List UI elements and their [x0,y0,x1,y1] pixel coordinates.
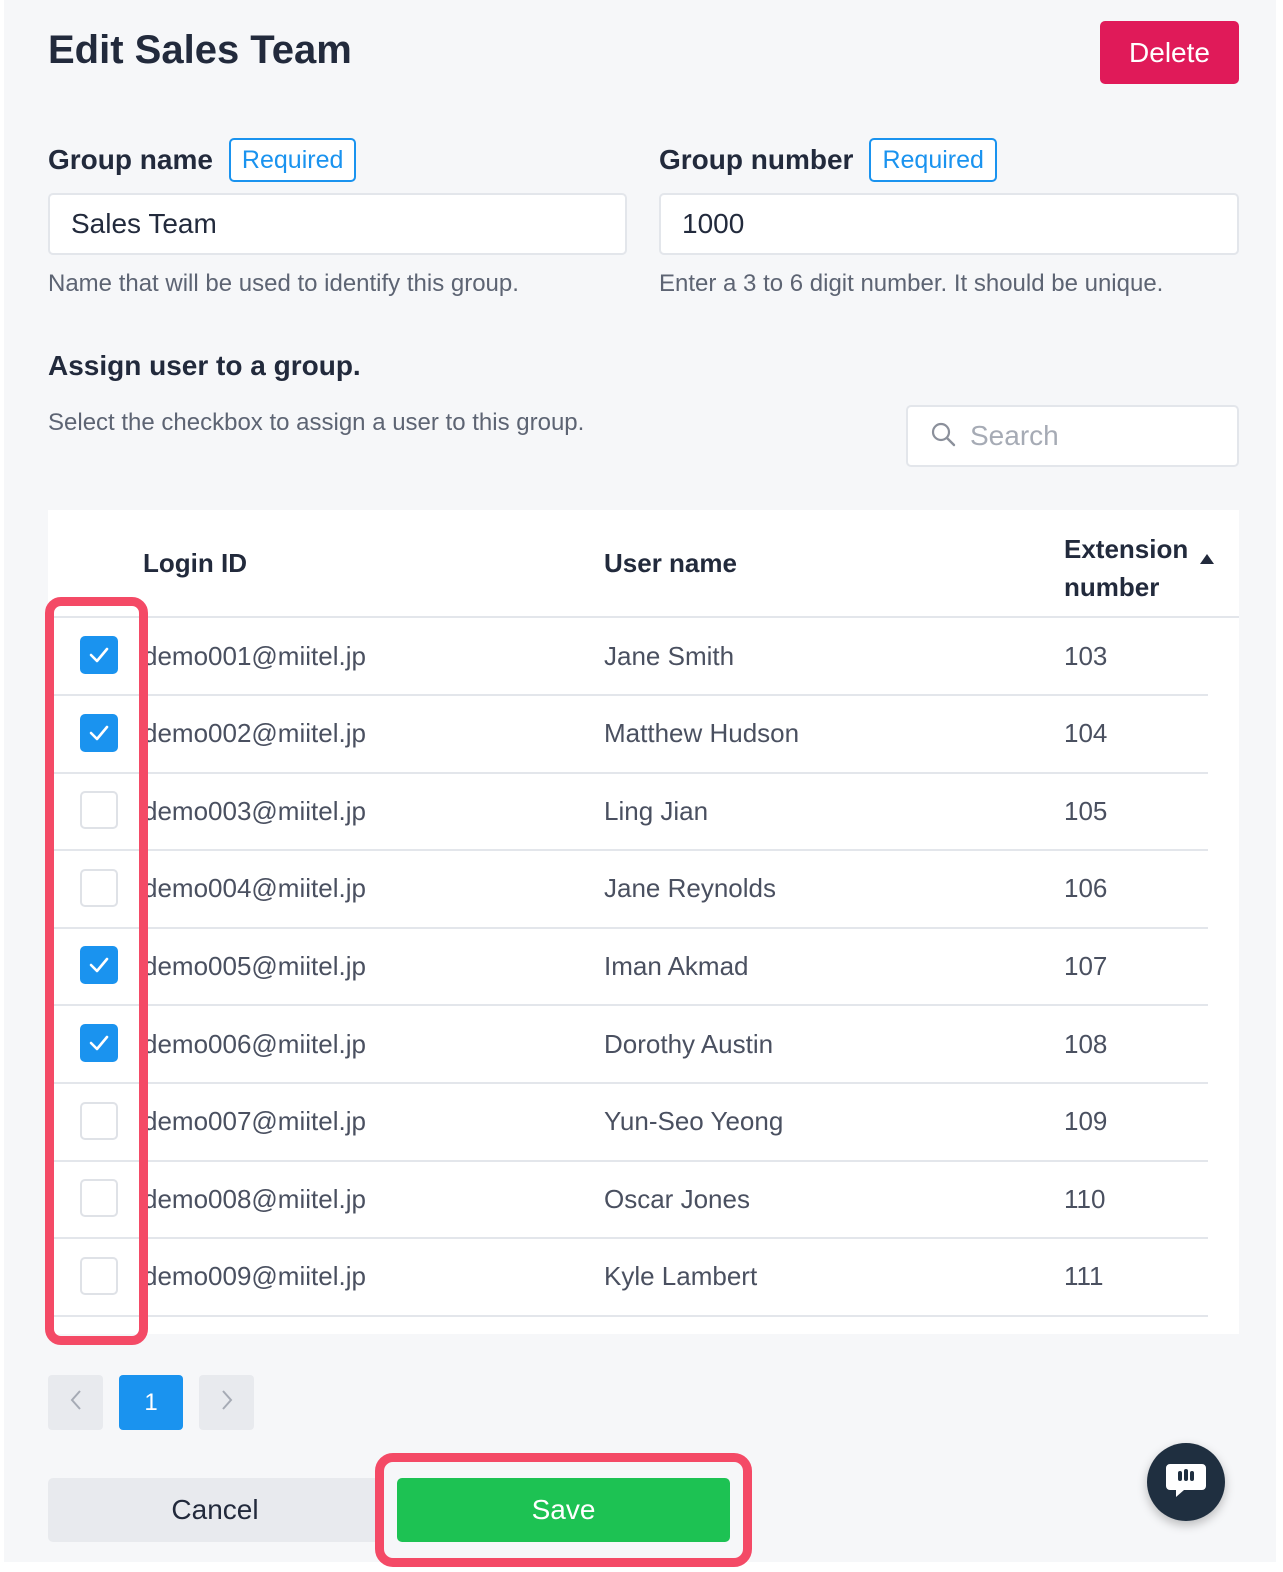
login-id-cell: demo007@miitel.jp [143,1106,366,1137]
group-number-label-row: Group number Required [659,138,997,182]
required-badge: Required [228,138,357,182]
extension-cell: 108 [1064,1028,1108,1059]
table-row[interactable]: demo003@miitel.jp Ling Jian 105 [48,773,1208,852]
login-id-cell: demo002@miitel.jp [143,718,366,749]
login-id-cell: demo003@miitel.jp [143,795,366,826]
user-name-cell: Dorothy Austin [604,1028,774,1059]
user-name-cell: Jane Reynolds [604,873,776,904]
sort-ascending-icon[interactable] [1199,552,1215,570]
user-name-cell: Jane Smith [604,640,735,671]
column-header-extension-number[interactable]: Extension number [1064,530,1188,606]
login-id-cell: demo006@miitel.jp [143,1028,366,1059]
group-name-label-row: Group name Required [48,138,357,182]
group-name-input[interactable]: Sales Team [48,193,627,255]
search-placeholder: Search [970,420,1059,451]
group-number-value: 1000 [682,208,745,239]
search-icon [930,421,956,452]
login-id-cell: demo001@miitel.jp [143,640,366,671]
column-header-login-id[interactable]: Login ID [143,548,247,579]
required-badge: Required [869,138,997,182]
user-name-cell: Yun-Seo Yeong [604,1106,784,1137]
assign-section-title: Assign user to a group. [48,350,361,381]
user-name-cell: Kyle Lambert [604,1261,758,1292]
user-name-cell: Matthew Hudson [604,718,800,749]
extension-cell: 109 [1064,1106,1108,1137]
table-row[interactable]: demo009@miitel.jp Kyle Lambert 111 [48,1239,1208,1317]
extension-cell: 107 [1064,950,1108,981]
extension-cell: 103 [1064,640,1108,671]
chat-icon [1164,1460,1208,1505]
login-id-cell: demo004@miitel.jp [143,873,366,904]
group-name-label: Group name [48,144,213,175]
prev-page-button[interactable] [48,1375,103,1430]
page-title: Edit Sales Team [48,28,352,72]
table-row[interactable]: demo004@miitel.jp Jane Reynolds 106 [48,851,1208,929]
extension-cell: 110 [1064,1183,1106,1214]
extension-cell: 104 [1064,718,1108,749]
user-name-cell: Iman Akmad [604,950,749,981]
table-row[interactable]: demo008@miitel.jp Oscar Jones 110 [48,1161,1208,1240]
chevron-right-icon [220,1389,234,1416]
delete-button[interactable]: Delete [1100,21,1239,84]
group-number-input[interactable]: 1000 [659,193,1239,255]
edit-group-page: Edit Sales Team Delete Group name Requir… [4,0,1276,1567]
group-number-hint: Enter a 3 to 6 digit number. It should b… [659,270,1164,297]
user-name-cell: Oscar Jones [604,1183,750,1214]
cancel-button[interactable]: Cancel [48,1478,382,1542]
chat-button[interactable] [1147,1443,1225,1521]
search-input[interactable]: Search [906,405,1239,467]
extension-header-line2: number [1064,572,1160,602]
user-name-cell: Ling Jian [604,795,709,826]
group-name-value: Sales Team [71,208,217,239]
login-id-cell: demo005@miitel.jp [143,950,366,981]
checkbox-column-highlight [45,597,148,1345]
column-header-user-name[interactable]: User name [604,548,737,579]
chevron-left-icon [69,1389,83,1416]
table-row[interactable]: demo001@miitel.jp Jane Smith 103 [48,618,1208,696]
extension-cell: 106 [1064,873,1108,904]
next-page-button[interactable] [199,1375,254,1430]
table-row[interactable]: demo006@miitel.jp Dorothy Austin 108 [48,1006,1208,1084]
extension-cell: 105 [1064,795,1108,826]
page-1-button[interactable]: 1 [119,1375,183,1430]
extension-header-line1: Extension [1064,534,1189,564]
save-button[interactable]: Save [397,1478,730,1542]
users-table: Login ID User name Extension number demo… [48,510,1239,1334]
assign-description: Select the checkbox to assign a user to … [48,409,585,436]
table-row[interactable]: demo002@miitel.jp Matthew Hudson 104 [48,696,1208,774]
group-name-hint: Name that will be used to identify this … [48,270,519,297]
login-id-cell: demo008@miitel.jp [143,1183,366,1214]
group-number-label: Group number [659,144,854,175]
table-row[interactable]: demo005@miitel.jp Iman Akmad 107 [48,928,1208,1007]
table-row[interactable]: demo007@miitel.jp Yun-Seo Yeong 109 [48,1084,1208,1162]
login-id-cell: demo009@miitel.jp [143,1261,366,1292]
extension-cell: 111 [1064,1261,1104,1292]
